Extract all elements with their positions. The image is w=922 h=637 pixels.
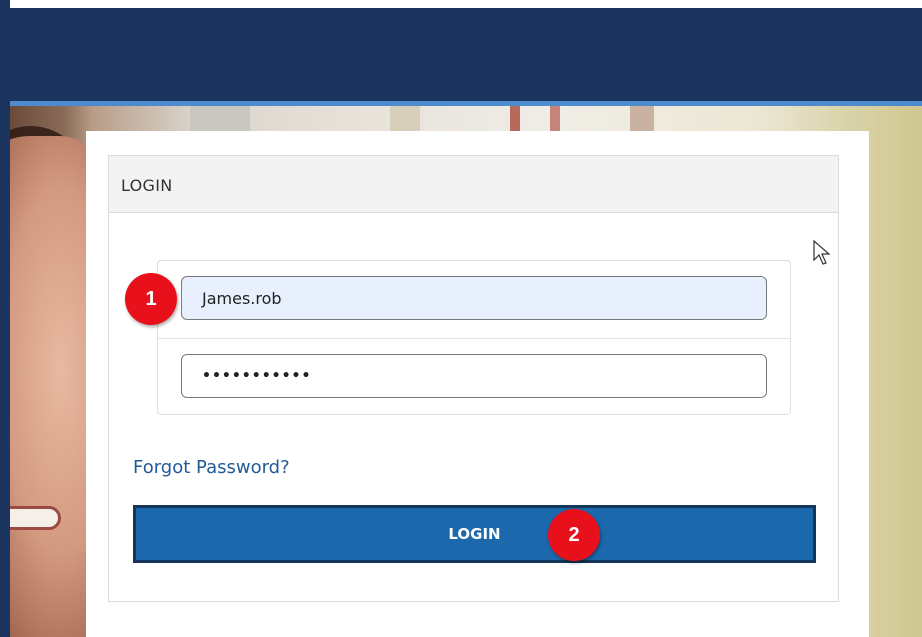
login-button[interactable]: LOGIN [133,505,816,563]
fields-divider [158,338,790,339]
mouse-cursor-icon [813,240,831,265]
annotation-marker-2: 2 [548,509,600,561]
window: LOGIN James.rob ••••••••••• Forgot Passw… [0,0,922,637]
login-card: LOGIN James.rob ••••••••••• Forgot Passw… [108,155,839,602]
page-header [10,8,922,101]
background-panel [870,106,922,637]
password-input[interactable]: ••••••••••• [181,354,767,398]
card-header: LOGIN [109,156,838,213]
left-border [0,0,10,637]
card-title: LOGIN [121,176,173,195]
username-input[interactable]: James.rob [181,276,767,320]
top-edge [0,0,922,8]
person-smile [10,506,61,530]
annotation-marker-1: 1 [125,273,177,325]
forgot-password-link[interactable]: Forgot Password? [133,457,290,478]
